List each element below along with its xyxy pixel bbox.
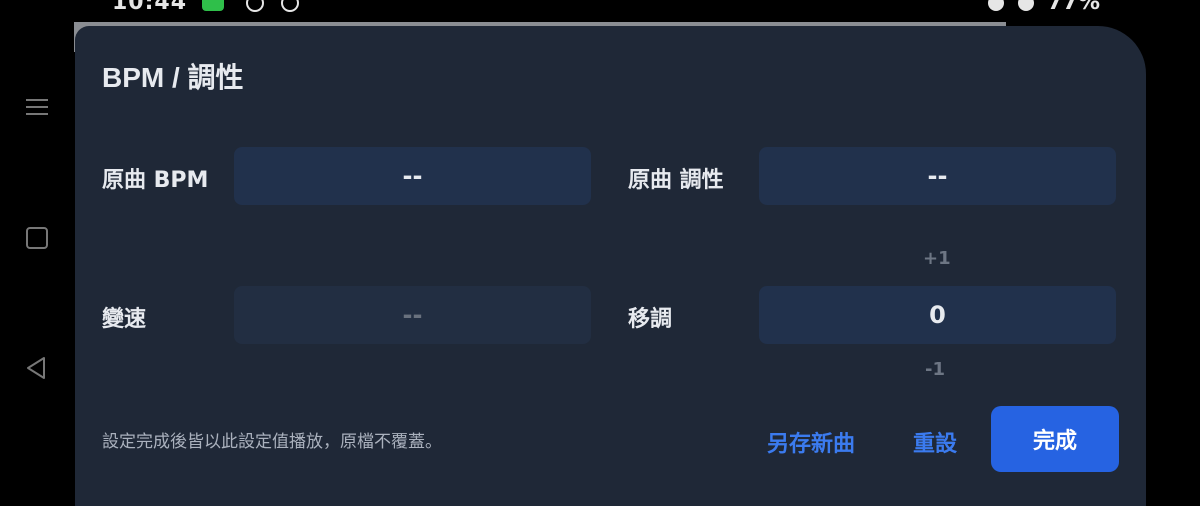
recent-apps-icon[interactable] [22,94,52,124]
alarm-icon [1017,0,1034,11]
status-time: 10:44 [112,0,188,14]
status-right: 77% [987,0,1100,14]
transpose-label: 移調 [628,307,673,332]
transpose-down-hint[interactable]: -1 [925,359,945,380]
original-bpm-field[interactable]: -- [234,147,591,205]
status-left: 10:44 [112,0,300,14]
navigation-bar [0,0,74,490]
reset-button[interactable]: 重設 [913,426,957,458]
tempo-label: 變速 [102,307,147,332]
transpose-field[interactable]: 0 [759,286,1116,344]
save-as-new-button[interactable]: 另存新曲 [767,426,855,458]
bluetooth-icon [987,0,1004,11]
original-key-field[interactable]: -- [759,147,1116,205]
message-notification-icon [201,0,224,11]
status-bar: 10:44 77% [0,0,1200,14]
done-button[interactable]: 完成 [991,406,1119,472]
bpm-key-dialog: BPM / 調性 原曲 BPM -- 原曲 調性 -- +1 變速 -- 移調 … [75,26,1146,506]
battery-level: 77% [1047,0,1100,14]
transpose-up-hint[interactable]: +1 [923,248,951,269]
notification-icon [281,0,300,12]
tempo-field[interactable]: -- [234,286,591,344]
sync-icon [246,0,265,12]
original-bpm-label: 原曲 BPM [102,168,209,193]
dialog-title: BPM / 調性 [102,62,244,93]
original-key-label: 原曲 調性 [628,168,724,193]
home-icon[interactable] [22,224,52,254]
back-icon[interactable] [22,354,52,384]
dialog-footnote: 設定完成後皆以此設定值播放，原檔不覆蓋。 [102,432,442,452]
